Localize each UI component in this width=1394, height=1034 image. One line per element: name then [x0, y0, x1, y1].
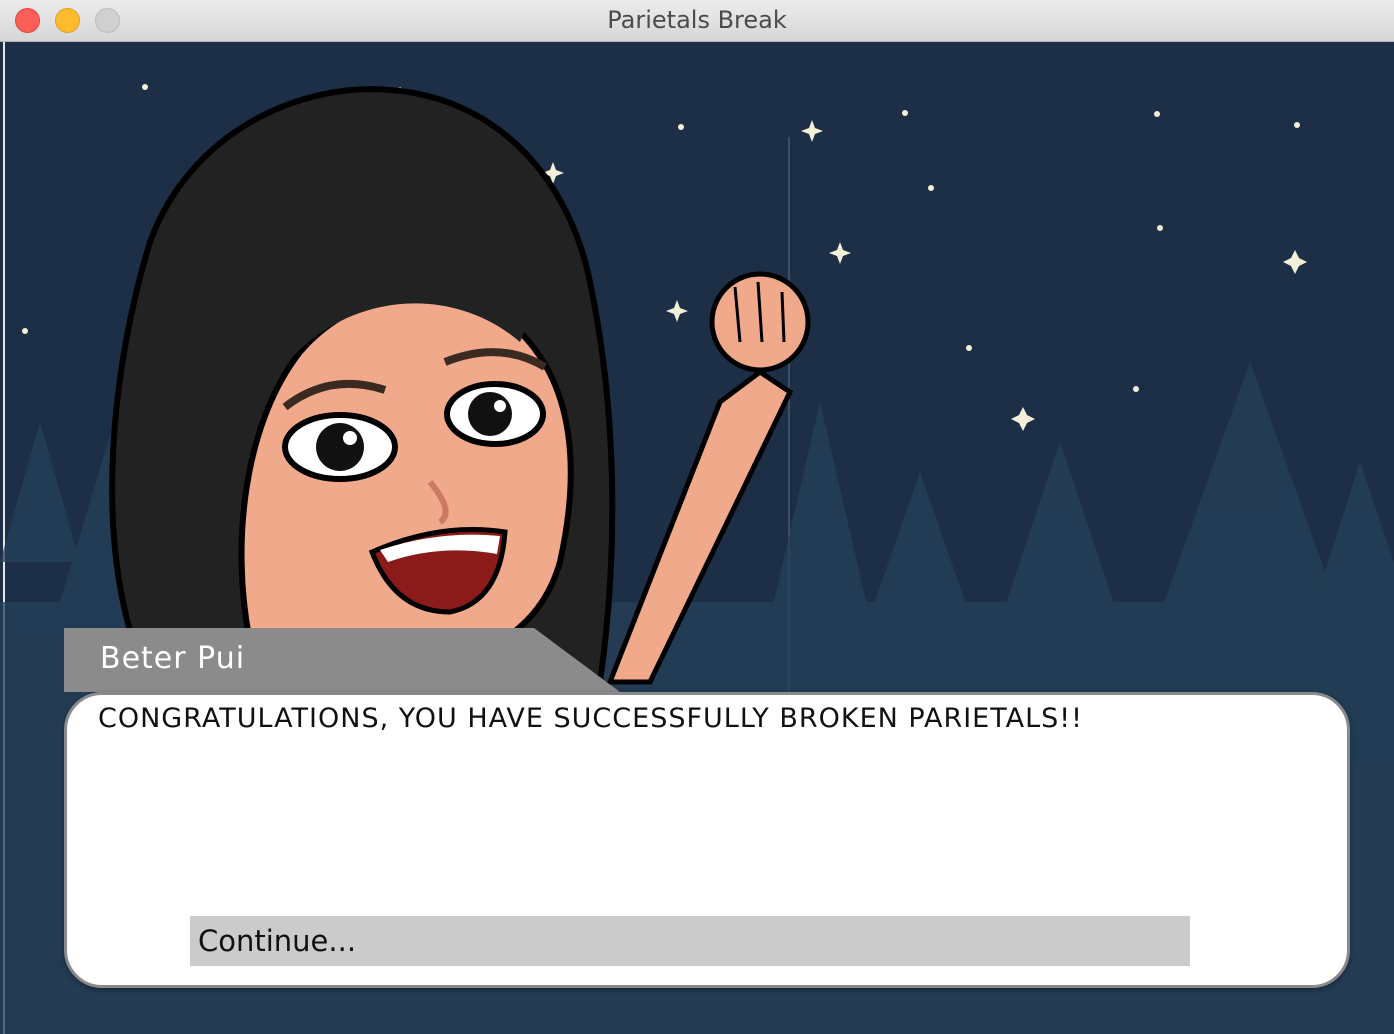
- speaker-name: Beter Pui: [100, 641, 246, 676]
- window-title: Parietals Break: [607, 6, 787, 34]
- continue-button[interactable]: Continue...: [190, 916, 1190, 966]
- window-titlebar: Parietals Break: [0, 0, 1394, 42]
- dialog-message: CONGRATULATIONS, YOU HAVE SUCCESSFULLY B…: [98, 703, 1083, 734]
